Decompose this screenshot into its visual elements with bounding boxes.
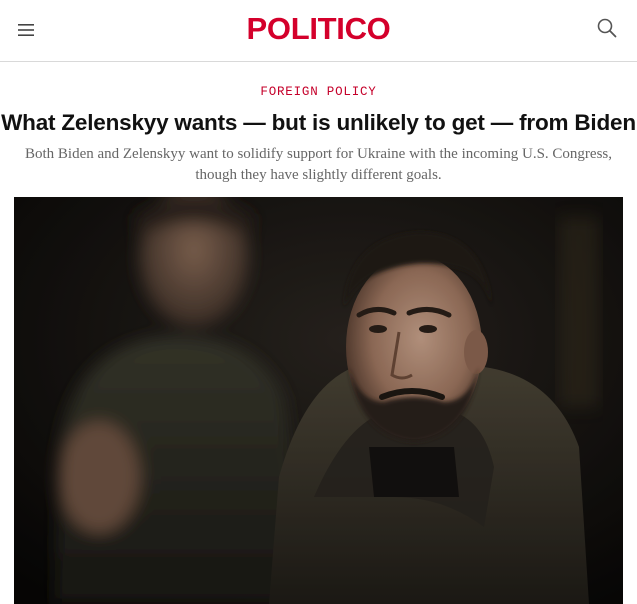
site-header: POLITICO bbox=[0, 0, 637, 62]
article-header: FOREIGN POLICY What Zelenskyy wants — bu… bbox=[0, 62, 637, 186]
search-button[interactable] bbox=[595, 16, 619, 40]
hero-photo-illustration bbox=[14, 197, 623, 604]
search-icon bbox=[597, 18, 617, 38]
article-dek: Both Biden and Zelenskyy want to solidif… bbox=[24, 146, 612, 183]
site-logo[interactable]: POLITICO bbox=[0, 9, 637, 49]
section-kicker-link[interactable]: FOREIGN POLICY bbox=[260, 84, 376, 100]
article-headline[interactable]: What Zelenskyy wants — but is unlikely t… bbox=[0, 108, 637, 138]
hero-photo[interactable] bbox=[14, 197, 623, 604]
